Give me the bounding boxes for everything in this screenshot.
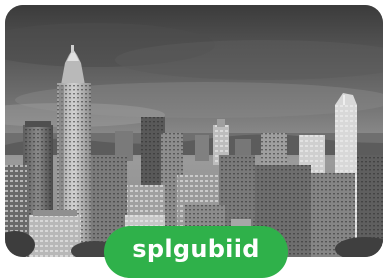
cta-button[interactable]: splgubiid [104,226,288,278]
hero-card [5,5,383,257]
city-skyline-photo [5,5,383,257]
